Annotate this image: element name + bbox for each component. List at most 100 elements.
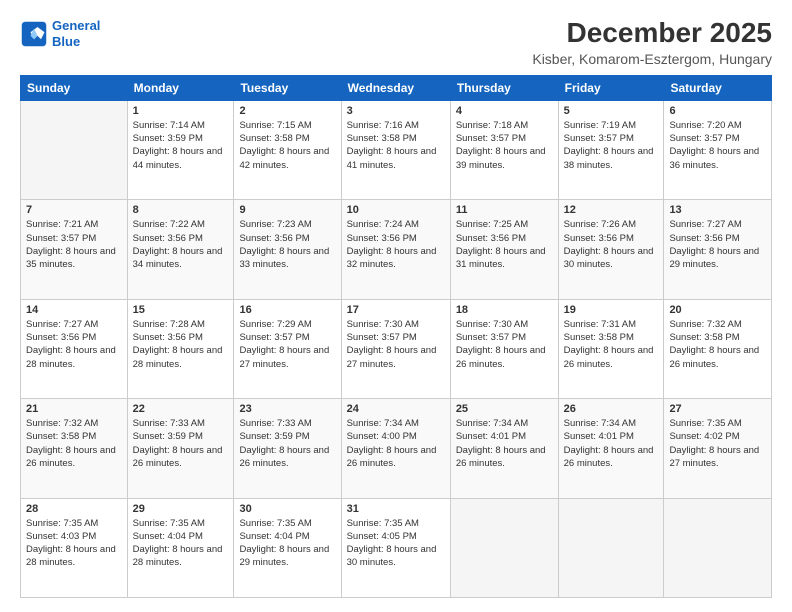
main-title: December 2025 <box>532 18 772 49</box>
calendar-cell: 16 Sunrise: 7:29 AMSunset: 3:57 PMDaylig… <box>234 299 341 398</box>
day-number: 27 <box>669 403 766 415</box>
day-info: Sunrise: 7:27 AMSunset: 3:56 PMDaylight:… <box>26 318 122 371</box>
day-number: 25 <box>456 403 553 415</box>
logo-icon <box>20 20 48 48</box>
weekday-header-row: SundayMondayTuesdayWednesdayThursdayFrid… <box>21 75 772 100</box>
calendar-cell: 14 Sunrise: 7:27 AMSunset: 3:56 PMDaylig… <box>21 299 128 398</box>
day-info: Sunrise: 7:24 AMSunset: 3:56 PMDaylight:… <box>347 218 445 271</box>
day-info: Sunrise: 7:35 AMSunset: 4:03 PMDaylight:… <box>26 517 122 570</box>
day-number: 1 <box>133 105 229 117</box>
day-number: 19 <box>564 304 659 316</box>
calendar-cell: 22 Sunrise: 7:33 AMSunset: 3:59 PMDaylig… <box>127 399 234 498</box>
weekday-header-cell: Saturday <box>664 75 772 100</box>
calendar-cell <box>664 498 772 597</box>
calendar-cell: 21 Sunrise: 7:32 AMSunset: 3:58 PMDaylig… <box>21 399 128 498</box>
day-info: Sunrise: 7:35 AMSunset: 4:02 PMDaylight:… <box>669 417 766 470</box>
calendar-cell: 9 Sunrise: 7:23 AMSunset: 3:56 PMDayligh… <box>234 200 341 299</box>
calendar-cell: 27 Sunrise: 7:35 AMSunset: 4:02 PMDaylig… <box>664 399 772 498</box>
day-number: 15 <box>133 304 229 316</box>
day-number: 31 <box>347 503 445 515</box>
calendar-cell <box>558 498 664 597</box>
day-info: Sunrise: 7:30 AMSunset: 3:57 PMDaylight:… <box>456 318 553 371</box>
logo-text: General Blue <box>52 18 100 49</box>
calendar-table: SundayMondayTuesdayWednesdayThursdayFrid… <box>20 75 772 598</box>
day-info: Sunrise: 7:27 AMSunset: 3:56 PMDaylight:… <box>669 218 766 271</box>
calendar-week-row: 1 Sunrise: 7:14 AMSunset: 3:59 PMDayligh… <box>21 100 772 199</box>
day-info: Sunrise: 7:31 AMSunset: 3:58 PMDaylight:… <box>564 318 659 371</box>
day-info: Sunrise: 7:29 AMSunset: 3:57 PMDaylight:… <box>239 318 335 371</box>
calendar-cell: 8 Sunrise: 7:22 AMSunset: 3:56 PMDayligh… <box>127 200 234 299</box>
header: General Blue December 2025 Kisber, Komar… <box>20 18 772 67</box>
calendar-cell: 29 Sunrise: 7:35 AMSunset: 4:04 PMDaylig… <box>127 498 234 597</box>
weekday-header-cell: Wednesday <box>341 75 450 100</box>
day-info: Sunrise: 7:34 AMSunset: 4:01 PMDaylight:… <box>564 417 659 470</box>
weekday-header-cell: Friday <box>558 75 664 100</box>
day-info: Sunrise: 7:20 AMSunset: 3:57 PMDaylight:… <box>669 119 766 172</box>
day-info: Sunrise: 7:23 AMSunset: 3:56 PMDaylight:… <box>239 218 335 271</box>
day-number: 4 <box>456 105 553 117</box>
day-number: 23 <box>239 403 335 415</box>
weekday-header-cell: Tuesday <box>234 75 341 100</box>
day-info: Sunrise: 7:25 AMSunset: 3:56 PMDaylight:… <box>456 218 553 271</box>
calendar-week-row: 28 Sunrise: 7:35 AMSunset: 4:03 PMDaylig… <box>21 498 772 597</box>
calendar-cell: 30 Sunrise: 7:35 AMSunset: 4:04 PMDaylig… <box>234 498 341 597</box>
calendar-cell: 3 Sunrise: 7:16 AMSunset: 3:58 PMDayligh… <box>341 100 450 199</box>
calendar-body: 1 Sunrise: 7:14 AMSunset: 3:59 PMDayligh… <box>21 100 772 597</box>
day-info: Sunrise: 7:35 AMSunset: 4:04 PMDaylight:… <box>239 517 335 570</box>
calendar-cell: 4 Sunrise: 7:18 AMSunset: 3:57 PMDayligh… <box>450 100 558 199</box>
weekday-header-cell: Monday <box>127 75 234 100</box>
subtitle: Kisber, Komarom-Esztergom, Hungary <box>532 51 772 67</box>
title-block: December 2025 Kisber, Komarom-Esztergom,… <box>532 18 772 67</box>
calendar-cell: 2 Sunrise: 7:15 AMSunset: 3:58 PMDayligh… <box>234 100 341 199</box>
day-number: 9 <box>239 204 335 216</box>
day-number: 7 <box>26 204 122 216</box>
day-number: 8 <box>133 204 229 216</box>
calendar-cell: 13 Sunrise: 7:27 AMSunset: 3:56 PMDaylig… <box>664 200 772 299</box>
day-number: 20 <box>669 304 766 316</box>
day-number: 26 <box>564 403 659 415</box>
calendar-cell: 10 Sunrise: 7:24 AMSunset: 3:56 PMDaylig… <box>341 200 450 299</box>
calendar-week-row: 21 Sunrise: 7:32 AMSunset: 3:58 PMDaylig… <box>21 399 772 498</box>
day-info: Sunrise: 7:15 AMSunset: 3:58 PMDaylight:… <box>239 119 335 172</box>
calendar-cell <box>21 100 128 199</box>
day-info: Sunrise: 7:22 AMSunset: 3:56 PMDaylight:… <box>133 218 229 271</box>
calendar-cell <box>450 498 558 597</box>
calendar-cell: 28 Sunrise: 7:35 AMSunset: 4:03 PMDaylig… <box>21 498 128 597</box>
day-info: Sunrise: 7:28 AMSunset: 3:56 PMDaylight:… <box>133 318 229 371</box>
day-number: 16 <box>239 304 335 316</box>
calendar-cell: 18 Sunrise: 7:30 AMSunset: 3:57 PMDaylig… <box>450 299 558 398</box>
day-info: Sunrise: 7:16 AMSunset: 3:58 PMDaylight:… <box>347 119 445 172</box>
day-info: Sunrise: 7:33 AMSunset: 3:59 PMDaylight:… <box>133 417 229 470</box>
day-number: 10 <box>347 204 445 216</box>
day-number: 22 <box>133 403 229 415</box>
calendar-cell: 26 Sunrise: 7:34 AMSunset: 4:01 PMDaylig… <box>558 399 664 498</box>
day-number: 12 <box>564 204 659 216</box>
day-number: 21 <box>26 403 122 415</box>
day-info: Sunrise: 7:32 AMSunset: 3:58 PMDaylight:… <box>26 417 122 470</box>
day-info: Sunrise: 7:35 AMSunset: 4:04 PMDaylight:… <box>133 517 229 570</box>
calendar-week-row: 7 Sunrise: 7:21 AMSunset: 3:57 PMDayligh… <box>21 200 772 299</box>
day-info: Sunrise: 7:32 AMSunset: 3:58 PMDaylight:… <box>669 318 766 371</box>
weekday-header-cell: Sunday <box>21 75 128 100</box>
calendar-cell: 25 Sunrise: 7:34 AMSunset: 4:01 PMDaylig… <box>450 399 558 498</box>
logo-line1: General <box>52 18 100 33</box>
day-info: Sunrise: 7:34 AMSunset: 4:00 PMDaylight:… <box>347 417 445 470</box>
day-info: Sunrise: 7:21 AMSunset: 3:57 PMDaylight:… <box>26 218 122 271</box>
calendar-cell: 6 Sunrise: 7:20 AMSunset: 3:57 PMDayligh… <box>664 100 772 199</box>
day-number: 28 <box>26 503 122 515</box>
day-number: 17 <box>347 304 445 316</box>
calendar-cell: 31 Sunrise: 7:35 AMSunset: 4:05 PMDaylig… <box>341 498 450 597</box>
logo-line2: Blue <box>52 34 80 49</box>
calendar-cell: 23 Sunrise: 7:33 AMSunset: 3:59 PMDaylig… <box>234 399 341 498</box>
logo: General Blue <box>20 18 100 49</box>
calendar-cell: 7 Sunrise: 7:21 AMSunset: 3:57 PMDayligh… <box>21 200 128 299</box>
day-number: 14 <box>26 304 122 316</box>
calendar-cell: 1 Sunrise: 7:14 AMSunset: 3:59 PMDayligh… <box>127 100 234 199</box>
day-number: 6 <box>669 105 766 117</box>
calendar-week-row: 14 Sunrise: 7:27 AMSunset: 3:56 PMDaylig… <box>21 299 772 398</box>
day-number: 13 <box>669 204 766 216</box>
day-info: Sunrise: 7:26 AMSunset: 3:56 PMDaylight:… <box>564 218 659 271</box>
calendar-cell: 20 Sunrise: 7:32 AMSunset: 3:58 PMDaylig… <box>664 299 772 398</box>
day-info: Sunrise: 7:35 AMSunset: 4:05 PMDaylight:… <box>347 517 445 570</box>
weekday-header-cell: Thursday <box>450 75 558 100</box>
